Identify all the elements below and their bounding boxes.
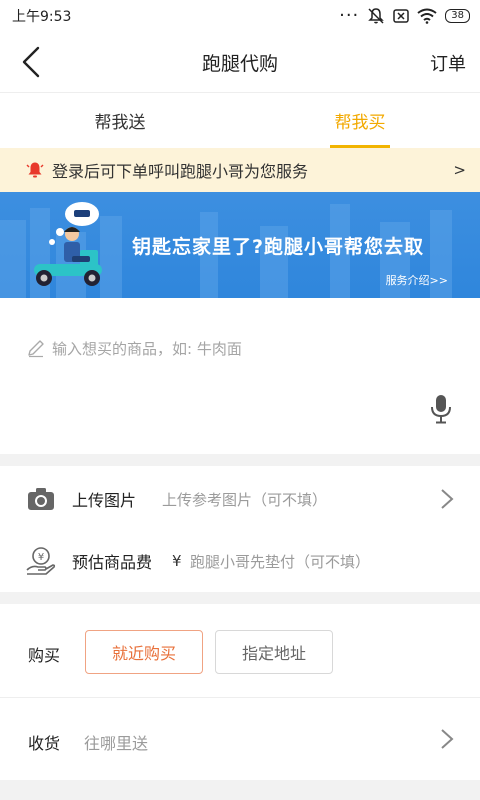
orders-button[interactable]: 订单 — [430, 50, 466, 76]
estimated-cost-row[interactable]: ¥ 预估商品费 ¥ 跑腿小哥先垫付（可不填） — [0, 530, 480, 592]
service-tabs: 帮我送 帮我买 — [0, 92, 480, 148]
item-input-placeholder[interactable]: 输入想买的商品，如: 牛肉面 — [52, 338, 242, 359]
tab-send-for-me[interactable]: 帮我送 — [0, 93, 240, 148]
tab-buy-for-me[interactable]: 帮我买 — [240, 93, 480, 148]
upload-image-row[interactable]: 上传图片 上传参考图片（可不填） — [0, 468, 480, 530]
upload-image-label: 上传图片 — [72, 491, 137, 510]
specified-address-option[interactable]: 指定地址 — [215, 630, 333, 674]
pencil-icon — [28, 340, 44, 358]
page-title: 跑腿代购 — [201, 52, 278, 75]
battery-icon: 38 — [445, 9, 470, 23]
status-icons: ··· 38 — [339, 7, 470, 25]
notice-text: 登录后可下单呼叫跑腿小哥为您服务 — [52, 162, 309, 181]
upload-image-hint: 上传参考图片（可不填） — [162, 490, 328, 509]
delivery-address-row[interactable]: 收货 往哪里送 — [0, 698, 480, 780]
currency-symbol: ¥ — [172, 552, 182, 570]
notice-arrow: > — [453, 161, 466, 179]
chevron-right-icon — [441, 489, 454, 509]
chevron-right-icon — [441, 729, 454, 749]
mute-icon — [368, 8, 385, 24]
status-bar: 上午9:53 ··· 38 — [0, 0, 480, 32]
svg-text:¥: ¥ — [38, 552, 44, 563]
receive-label: 收货 — [28, 734, 61, 753]
wifi-icon — [417, 8, 437, 24]
camera-icon — [28, 488, 54, 510]
purchase-method-card: 购买 就近购买 指定地址 — [0, 604, 480, 698]
more-notifications-icon: ··· — [339, 5, 360, 26]
promo-banner[interactable]: 钥匙忘家里了?跑腿小哥帮您去取 服务介绍>> — [0, 192, 480, 298]
banner-slogan: 钥匙忘家里了?跑腿小哥帮您去取 — [132, 236, 425, 258]
sim-off-icon — [393, 9, 410, 23]
estimated-cost-hint[interactable]: 跑腿小哥先垫付（可不填） — [190, 551, 370, 572]
status-time: 上午9:53 — [12, 9, 72, 25]
service-intro-link[interactable]: 服务介绍>> — [386, 272, 448, 288]
back-arrow-icon[interactable] — [18, 44, 48, 80]
login-notice[interactable]: 登录后可下单呼叫跑腿小哥为您服务 > — [0, 148, 480, 192]
purchase-label: 购买 — [28, 646, 61, 665]
microphone-icon[interactable] — [428, 394, 454, 424]
nav-bar: 跑腿代购 订单 — [0, 32, 480, 92]
receive-address-hint: 往哪里送 — [84, 734, 149, 753]
item-input-card[interactable]: 输入想买的商品，如: 牛肉面 — [0, 298, 480, 454]
money-hand-icon: ¥ — [26, 547, 56, 575]
nearby-purchase-option[interactable]: 就近购买 — [85, 630, 203, 674]
estimated-cost-label: 预估商品费 — [72, 553, 153, 572]
bell-icon — [26, 162, 44, 178]
item-details-card: 上传图片 上传参考图片（可不填） ¥ 预估商品费 ¥ 跑腿小哥先垫付（可不填） — [0, 466, 480, 592]
